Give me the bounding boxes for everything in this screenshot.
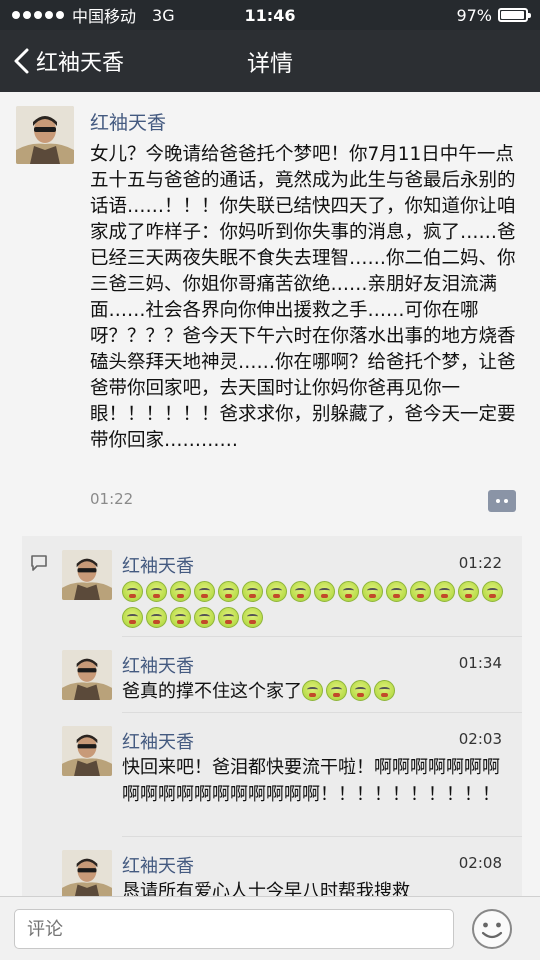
angry-face-emoji-icon	[122, 581, 143, 602]
battery-fill	[501, 11, 525, 19]
signal-strength-icon	[12, 11, 64, 19]
carrier-name: 中国移动	[72, 7, 137, 26]
angry-face-emoji-icon	[410, 581, 431, 602]
angry-face-emoji-icon	[374, 680, 395, 701]
angry-face-emoji-icon	[218, 581, 239, 602]
angry-face-emoji-icon	[242, 607, 263, 628]
angry-face-emoji-icon	[290, 581, 311, 602]
comment-author[interactable]: 红袖天香	[122, 852, 194, 878]
avatar[interactable]	[62, 726, 112, 776]
comment-author[interactable]: 红袖天香	[122, 652, 194, 678]
avatar-image	[62, 650, 112, 700]
comments-section: 红袖天香 01:22 红袖天香 01:34 爸真的撑不住这个家了 红袖天香 02…	[22, 536, 522, 896]
avatar[interactable]	[62, 850, 112, 896]
angry-face-emoji-icon	[314, 581, 335, 602]
avatar-image	[62, 850, 112, 896]
nav-bar: 红袖天香 详情	[0, 30, 540, 92]
angry-face-emoji-icon	[266, 581, 287, 602]
angry-face-emoji-icon	[362, 581, 383, 602]
more-dots-icon	[504, 499, 508, 503]
post-time: 01:22	[90, 490, 134, 508]
angry-face-emoji-icon	[194, 581, 215, 602]
back-label: 红袖天香	[36, 51, 125, 76]
status-left: 中国移动 3G	[12, 3, 175, 27]
avatar[interactable]	[16, 106, 74, 164]
comment-item: 红袖天香 02:08 恳请所有爱心人士今早八时帮我搜救	[22, 836, 522, 896]
moment-post: 红袖天香 女儿？今晚请给爸爸托个梦吧！你7月11日中午一点五十五与爸爸的通话，竟…	[0, 92, 540, 536]
angry-face-emoji-icon	[482, 581, 503, 602]
more-dots-icon	[496, 499, 500, 503]
angry-face-emoji-icon	[146, 581, 167, 602]
angry-face-emoji-icon	[122, 607, 143, 628]
comment-action-button[interactable]	[488, 490, 516, 512]
angry-face-emoji-icon	[146, 607, 167, 628]
angry-face-emoji-icon	[434, 581, 455, 602]
post-author[interactable]: 红袖天香	[90, 108, 166, 135]
comment-time: 02:03	[458, 730, 502, 748]
avatar-image	[16, 106, 74, 164]
angry-face-emoji-icon	[218, 607, 239, 628]
comment-author[interactable]: 红袖天香	[122, 552, 194, 578]
chevron-left-icon	[14, 48, 29, 74]
comment-text: 快回来吧！爸泪都快要流干啦！啊啊啊啊啊啊啊啊啊啊啊啊啊啊啊啊啊啊！！！！！！！！…	[122, 757, 500, 805]
post-text: 女儿？今晚请给爸爸托个梦吧！你7月11日中午一点五十五与爸爸的通话，竟然成为此生…	[90, 144, 516, 451]
smiley-icon[interactable]	[470, 907, 514, 951]
angry-face-emoji-icon	[170, 607, 191, 628]
comment-input[interactable]	[14, 909, 454, 949]
comment-author[interactable]: 红袖天香	[122, 728, 194, 754]
angry-face-emoji-icon	[194, 607, 215, 628]
angry-face-emoji-icon	[338, 581, 359, 602]
network-type: 3G	[152, 5, 175, 25]
comment-item: 红袖天香 01:22	[22, 536, 522, 632]
comment-item: 红袖天香 02:03 快回来吧！爸泪都快要流干啦！啊啊啊啊啊啊啊啊啊啊啊啊啊啊啊…	[22, 712, 522, 836]
battery-percent: 97%	[456, 5, 492, 25]
comment-input-bar	[0, 896, 540, 960]
angry-face-emoji-icon	[302, 680, 323, 701]
comment-item: 红袖天香 01:34 爸真的撑不住这个家了	[22, 636, 522, 710]
battery-status: 97%	[456, 5, 531, 25]
comment-time: 01:22	[458, 554, 502, 572]
emoji-row	[122, 580, 522, 632]
comment-time: 01:34	[458, 654, 502, 672]
comment-time: 02:08	[458, 854, 502, 872]
status-bar: 中国移动 3G 11:46 97%	[0, 0, 540, 30]
angry-face-emoji-icon	[242, 581, 263, 602]
angry-face-emoji-icon	[458, 581, 479, 602]
avatar[interactable]	[62, 650, 112, 700]
battery-icon	[498, 8, 531, 22]
avatar[interactable]	[62, 550, 112, 600]
avatar-image	[62, 550, 112, 600]
comment-text: 恳请所有爱心人士今早八时帮我搜救	[122, 881, 410, 896]
angry-face-emoji-icon	[386, 581, 407, 602]
back-button[interactable]: 红袖天香	[0, 30, 124, 92]
angry-face-emoji-icon	[170, 581, 191, 602]
comment-text-body: 爸真的撑不住这个家了	[122, 681, 302, 702]
comment-text: 爸真的撑不住这个家了	[122, 678, 512, 705]
angry-face-emoji-icon	[326, 680, 347, 701]
angry-face-emoji-icon	[350, 680, 371, 701]
avatar-image	[62, 726, 112, 776]
emoji-group	[302, 680, 398, 702]
